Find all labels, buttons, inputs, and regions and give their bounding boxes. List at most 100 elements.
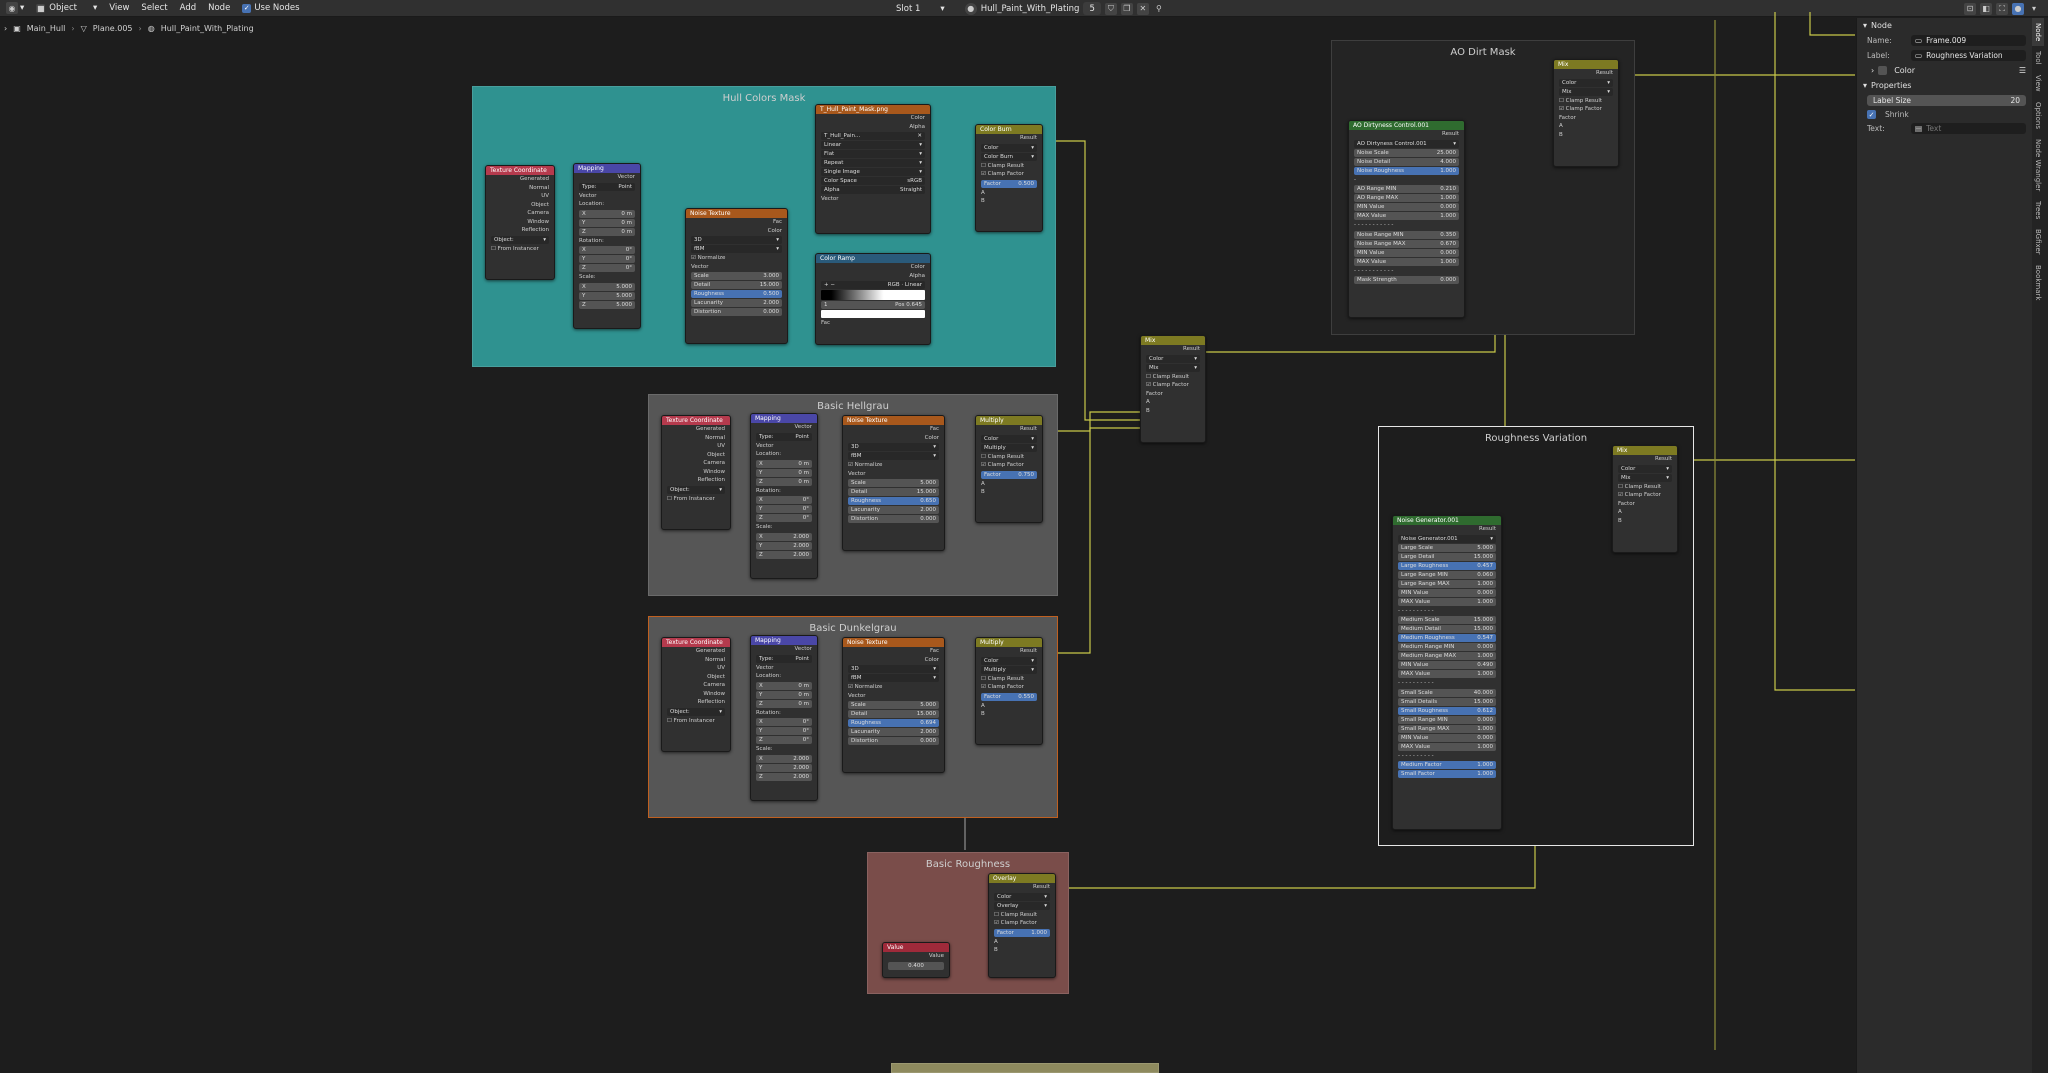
tab-view[interactable]: View: [2032, 70, 2044, 97]
node-mix[interactable]: Mix Result Color ▾ Mix ▾ ☐ Clamp Result ☑ Cl…: [1612, 445, 1678, 553]
menu-node[interactable]: Node: [202, 0, 236, 17]
text-row: Text: ▤ Text: [1857, 121, 2032, 136]
tab-trees[interactable]: Trees: [2032, 196, 2044, 224]
label-field[interactable]: ▭ Roughness Variation: [1911, 50, 2026, 61]
node-texture-coordinate[interactable]: Texture Coordinate Generated Normal UV Obje…: [485, 165, 555, 280]
node-noise-generator-group[interactable]: Noise Generator.001 Result Noise Generat…: [1392, 515, 1502, 830]
tab-options[interactable]: Options: [2032, 97, 2044, 134]
mode-dropdown[interactable]: ■ Object ▾: [30, 0, 103, 17]
shading-icon[interactable]: ●: [2012, 2, 2024, 15]
text-field[interactable]: ▤ Text: [1911, 123, 2026, 134]
node-image-texture[interactable]: T_Hull_Paint_Mask.png Color Alpha T_Hull_…: [815, 104, 931, 234]
shrink-label: Shrink: [1885, 110, 1909, 119]
node-header: Texture Coordinate: [486, 166, 554, 175]
breadcrumb-object[interactable]: Main_Hull: [27, 24, 66, 33]
dropdown-icon[interactable]: ▾: [2028, 3, 2040, 15]
shrink-row[interactable]: ✓ Shrink: [1857, 108, 2032, 121]
material-slot-controls: Slot 1 ▾ ● Hull_Paint_With_Plating 5 ⛉ ❐ …: [890, 0, 1171, 17]
node-mapping[interactable]: Mapping Vector Type: Point Vector Location…: [573, 163, 641, 329]
color-subpanel[interactable]: › Color ☰: [1857, 63, 2032, 78]
text-label: Text:: [1867, 124, 1885, 133]
gizmo-icon[interactable]: ⛶: [1996, 2, 2008, 15]
node-header: Value: [883, 943, 949, 952]
tab-node[interactable]: Node: [2032, 18, 2044, 47]
panel-title: Node: [1871, 21, 1892, 30]
node-mapping[interactable]: Mapping Vector Type: Point Vector Location:…: [750, 635, 818, 801]
node-overlay[interactable]: Overlay Result Color ▾ Overlay ▾ ☐ Clamp Re…: [988, 873, 1056, 978]
node-header: Color Burn: [976, 125, 1042, 134]
collapse-arrow-icon: ▾: [1863, 21, 1868, 30]
menu-add[interactable]: Add: [174, 0, 202, 17]
unlink-icon[interactable]: ✕: [1136, 2, 1149, 15]
text-icon: ▭: [1915, 51, 1923, 60]
node-noise-texture[interactable]: Noise Texture Fac Color 3D ▾ fBM ▾ ☑ Normali…: [842, 637, 945, 773]
node-header: T_Hull_Paint_Mask.png: [816, 105, 930, 114]
pin-icon[interactable]: ⚲: [1153, 3, 1165, 15]
label-row: Label: ▭ Roughness Variation: [1857, 48, 2032, 63]
tab-bookmark[interactable]: Bookmark: [2032, 260, 2044, 305]
breadcrumb-material[interactable]: Hull_Paint_With_Plating: [161, 24, 254, 33]
node-multiply[interactable]: Multiply Result Color ▾ Multiply ▾ ☐ Clamp …: [975, 415, 1043, 523]
node-multiply[interactable]: Multiply Result Color ▾ Multiply ▾ ☐ Clamp …: [975, 637, 1043, 745]
header-right-tools: ⊡ ◧ ⛶ ● ▾: [1964, 0, 2040, 17]
material-selector[interactable]: ● Hull_Paint_With_Plating 5 ⛉ ❐ ✕ ⚲: [959, 0, 1171, 17]
node-header: Mix: [1141, 336, 1205, 345]
node-value[interactable]: Value Value 0.400: [882, 942, 950, 978]
list-icon[interactable]: ☰: [2019, 66, 2026, 75]
tab-node-wrangler[interactable]: Node Wrangler: [2032, 134, 2044, 196]
label-size-slider[interactable]: Label Size 20: [1867, 95, 2026, 106]
node-header: Overlay: [989, 874, 1055, 883]
editor-header: ◉ ▾ ■ Object ▾ View Select Add Node ✓ Use No…: [0, 0, 2048, 17]
node-texture-coordinate[interactable]: Texture Coordinate Generated Normal UV Obje…: [661, 637, 731, 752]
use-nodes-checkbox[interactable]: ✓: [242, 3, 252, 13]
slot-label: Slot 1: [896, 3, 921, 14]
node-texture-coordinate[interactable]: Texture Coordinate Generated Normal UV Obje…: [661, 415, 731, 530]
tab-tool[interactable]: Tool: [2032, 46, 2044, 70]
node-mapping[interactable]: Mapping Vector Type: Point Vector Location:…: [750, 413, 818, 579]
label-label: Label:: [1867, 51, 1890, 60]
breadcrumb-mesh[interactable]: Plane.005: [93, 24, 133, 33]
color-checkbox[interactable]: [1878, 66, 1888, 75]
color-label: Color: [1894, 66, 1916, 75]
tab-bgfixer[interactable]: BGfixer: [2032, 224, 2044, 260]
node-color-ramp[interactable]: Color Ramp Color Alpha + − RGB · Linear 1P…: [815, 253, 931, 345]
node-mix[interactable]: Mix Result Color ▾ Mix ▾ ☐ Clamp Result ☑ Cl…: [1553, 59, 1619, 167]
material-users-count[interactable]: 5: [1083, 2, 1101, 15]
object-icon: ■: [36, 3, 46, 13]
node-noise-texture[interactable]: Noise Texture Fac Color 3D ▾ fBM ▾ ☑ Normali…: [842, 415, 945, 551]
label-size-value: 20: [2010, 96, 2020, 105]
frame-partial-bottom[interactable]: [891, 1063, 1159, 1073]
node-header: Noise Texture: [843, 638, 944, 647]
editor-type-button[interactable]: ◉ ▾: [0, 0, 30, 17]
shrink-checkbox[interactable]: ✓: [1867, 110, 1876, 119]
fake-user-icon[interactable]: ⛉: [1104, 2, 1117, 15]
snap-icon[interactable]: ⊡: [1964, 2, 1976, 15]
color-swatch[interactable]: [821, 310, 925, 318]
node-panel-header[interactable]: ▾ Node: [1857, 18, 2032, 33]
use-nodes-toggle[interactable]: ✓ Use Nodes: [236, 0, 305, 17]
breadcrumb-arrow-icon: ›: [4, 24, 8, 33]
mode-label: Object: [49, 3, 77, 13]
duplicate-icon[interactable]: ❐: [1120, 2, 1133, 15]
overlay-icon[interactable]: ◧: [1980, 2, 1992, 15]
name-field[interactable]: ▭ Frame.009: [1911, 35, 2026, 46]
node-header: Texture Coordinate: [662, 638, 730, 647]
node-mix[interactable]: Mix Result Color ▾ Mix ▾ ☐ Clamp Result ☑ Cl…: [1140, 335, 1206, 443]
expand-arrow-icon: ›: [1871, 66, 1875, 75]
menu-select[interactable]: Select: [135, 0, 173, 17]
node-ao-dirtyness-group[interactable]: AO Dirtyness Control.001 Result AO Dirty…: [1348, 120, 1465, 318]
node-header: Color Ramp: [816, 254, 930, 263]
menu-view[interactable]: View: [103, 0, 135, 17]
properties-panel-header[interactable]: ▾ Properties: [1857, 78, 2032, 93]
frame-title: Basic Dunkelgrau: [809, 623, 897, 634]
node-header: Mapping: [574, 164, 640, 173]
node-noise-texture[interactable]: Noise Texture Fac Color 3D ▾ fBM ▾ ☑ Normali…: [685, 208, 788, 344]
label-size-row: Label Size 20: [1857, 93, 2032, 108]
frame-icon: ▭: [1915, 36, 1923, 45]
text-datablock-icon: ▤: [1915, 124, 1923, 133]
node-color-burn[interactable]: Color Burn Result Color ▾ Color Burn ▾ ☐ Cl…: [975, 124, 1043, 232]
slot-dropdown[interactable]: Slot 1 ▾: [890, 0, 951, 17]
color-ramp-gradient[interactable]: [821, 290, 925, 300]
value-field[interactable]: 0.400: [908, 962, 924, 970]
collapse-arrow-icon: ▾: [1863, 81, 1868, 90]
